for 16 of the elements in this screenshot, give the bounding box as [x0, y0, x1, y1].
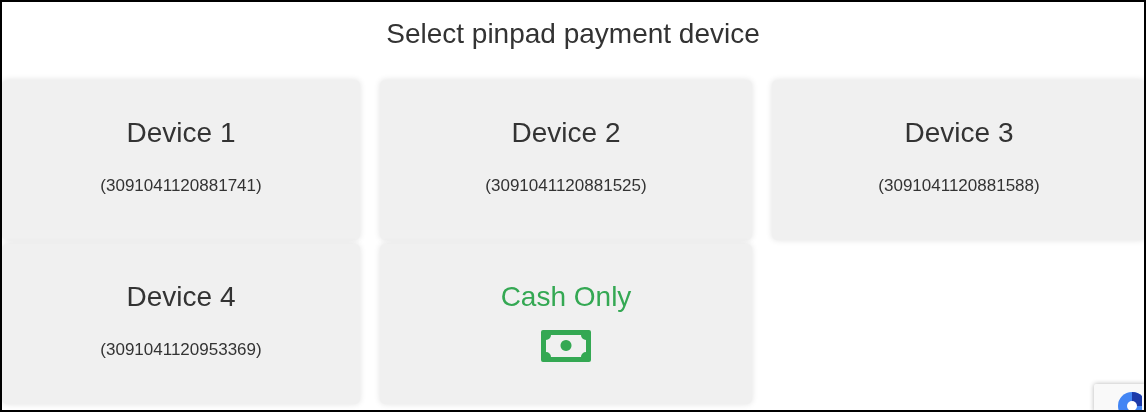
device-card[interactable]: Device 1 (3091041120881741) — [2, 80, 360, 240]
device-card[interactable]: Device 3 (3091041120881588) — [772, 80, 1144, 240]
device-name: Device 1 — [126, 116, 236, 150]
floating-badge[interactable] — [1094, 384, 1144, 410]
banknote-icon — [541, 330, 591, 362]
cash-label: Cash Only — [500, 280, 632, 314]
device-name: Device 2 — [511, 116, 621, 150]
device-serial: (3091041120881525) — [485, 176, 647, 196]
device-card[interactable]: Device 2 (3091041120881525) — [380, 80, 752, 240]
device-card[interactable]: Device 4 (3091041120953369) — [2, 244, 360, 404]
device-serial: (3091041120881588) — [878, 176, 1040, 196]
page-title: Select pinpad payment device — [386, 17, 760, 51]
device-serial: (3091041120881741) — [100, 176, 262, 196]
device-name: Device 3 — [904, 116, 1014, 150]
device-serial: (3091041120953369) — [100, 340, 262, 360]
device-name: Device 4 — [126, 280, 236, 314]
